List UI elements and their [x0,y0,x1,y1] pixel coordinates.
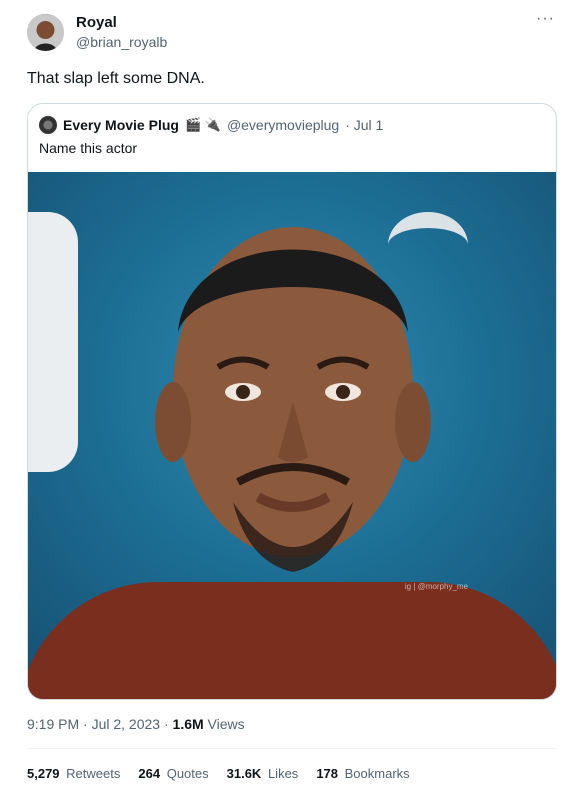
bookmarks-stat[interactable]: 178 Bookmarks [316,766,409,781]
author-name[interactable]: Royal [76,14,117,31]
quoted-date[interactable]: · Jul 1 [345,117,383,133]
likes-label: Likes [267,766,299,781]
retweets-count: 5,279 [27,766,60,781]
retweets-label: Retweets [66,766,121,781]
quotes-stat[interactable]: 264 Quotes [138,766,208,781]
divider [27,748,557,749]
background-letter-shape [28,212,78,472]
quoted-handle[interactable]: @everymovieplug [227,117,339,133]
bookmarks-count: 178 [316,766,339,781]
quotes-label: Quotes [166,766,209,781]
retweets-stat[interactable]: 5,279 Retweets [27,766,120,781]
author-avatar[interactable] [27,14,64,51]
face-illustration [155,227,431,572]
quoted-header: Every Movie Plug 🎬 🔌 @everymovieplug · J… [39,115,383,135]
timestamp[interactable]: 9:19 PM · Jul 2, 2023 · [27,716,169,732]
likes-stat[interactable]: 31.6K Likes [227,766,299,781]
quoted-image[interactable]: ig | @morphy_me [28,172,556,699]
image-watermark: ig | @morphy_me [404,582,468,591]
bookmarks-label: Bookmarks [344,766,410,781]
quoted-name[interactable]: Every Movie Plug [63,117,179,133]
views-label: Views [207,716,245,732]
quoted-tweet[interactable]: Every Movie Plug 🎬 🔌 @everymovieplug · J… [27,103,557,700]
tweet-text: That slap left some DNA. [27,70,205,87]
engagement-stats: 5,279 Retweets 264 Quotes 31.6K Likes 17… [27,766,410,781]
quotes-count: 264 [138,766,161,781]
views-count: 1.6M [172,716,204,732]
author-handle[interactable]: @brian_royalb [76,34,167,50]
quoted-avatar[interactable] [39,116,57,134]
quoted-text: Name this actor [39,140,138,156]
more-options-icon[interactable]: ··· [536,10,555,28]
tweet-meta: 9:19 PM · Jul 2, 2023 · 1.6M Views [27,716,245,732]
clapper-plug-icon: 🎬 🔌 [184,117,221,132]
tweet: Royal @brian_royalb ··· That slap left s… [0,0,575,800]
likes-count: 31.6K [226,766,262,781]
